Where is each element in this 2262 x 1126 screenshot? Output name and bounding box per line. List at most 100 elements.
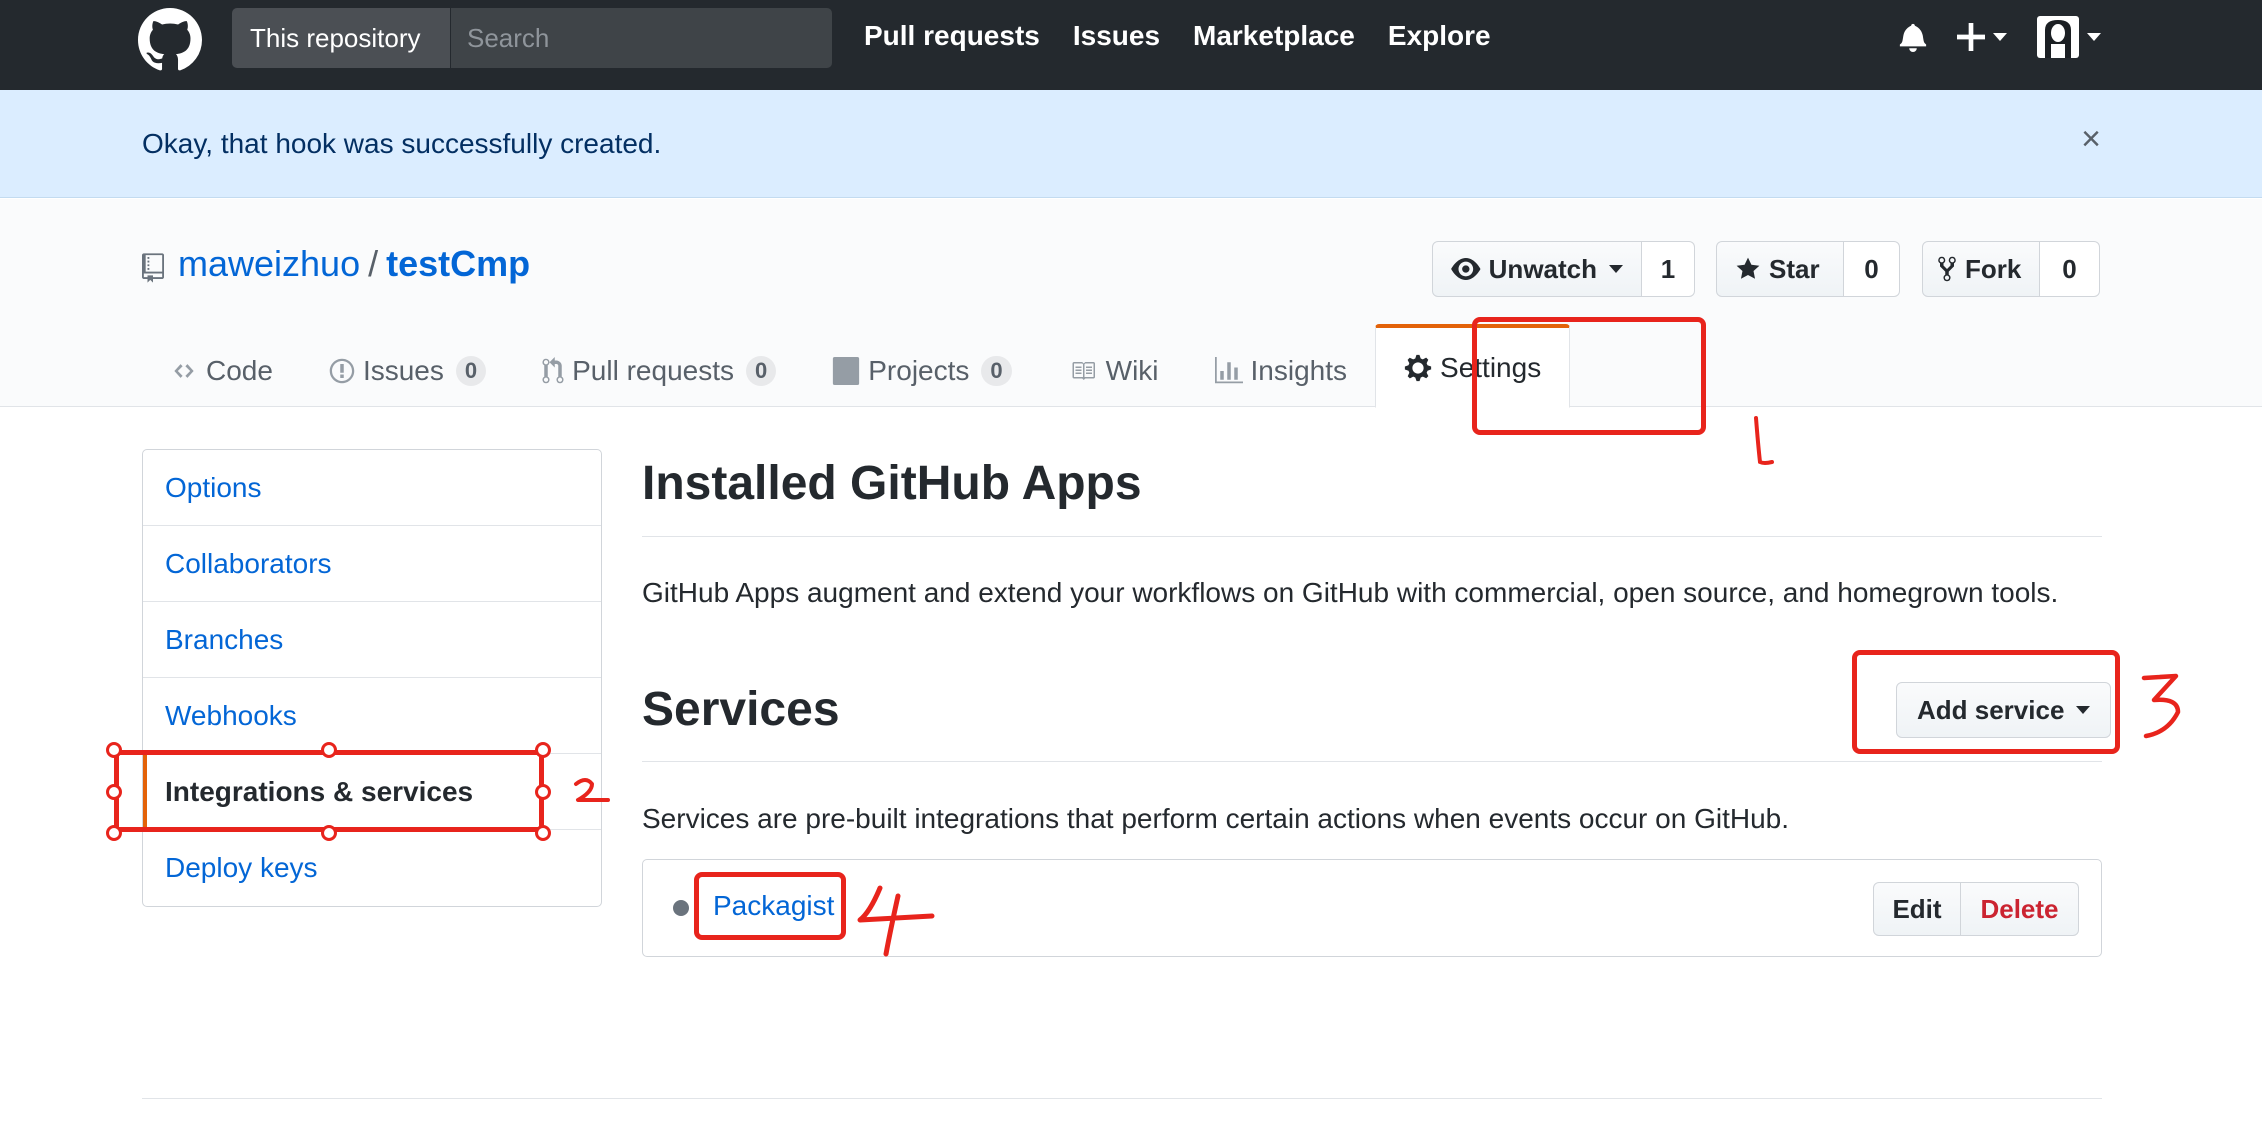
settings-sidebar: Options Collaborators Branches Webhooks …	[142, 449, 602, 907]
tab-code[interactable]: Code	[142, 335, 301, 407]
annotation-handle	[535, 742, 551, 758]
chevron-down-icon	[1993, 33, 2007, 41]
repo-nav: Code Issues 0 Pull requests 0 Projects 0…	[142, 323, 1571, 408]
watchers-count[interactable]: 1	[1642, 241, 1695, 297]
tab-label: Settings	[1440, 351, 1542, 383]
edit-service-button[interactable]: Edit	[1873, 882, 1961, 936]
delete-service-button[interactable]: Delete	[1961, 882, 2079, 936]
code-icon	[170, 360, 198, 382]
fork-icon	[1938, 256, 1956, 282]
service-link-packagist[interactable]: Packagist	[713, 890, 834, 922]
annotation-handle	[321, 742, 337, 758]
avatar	[2037, 16, 2079, 58]
gear-icon	[1404, 353, 1432, 383]
repo-title: maweizhuo / testCmp	[178, 243, 530, 285]
chevron-down-icon	[2076, 706, 2091, 714]
sidebar-item-deploy-keys[interactable]: Deploy keys	[143, 830, 601, 906]
tab-projects[interactable]: Projects 0	[804, 335, 1039, 407]
annotation-handle	[535, 825, 551, 841]
issues-count-badge: 0	[455, 356, 487, 386]
pull-request-icon	[542, 357, 564, 385]
add-service-button[interactable]: Add service	[1896, 682, 2112, 738]
tab-label: Code	[206, 355, 273, 386]
stars-count[interactable]: 0	[1844, 241, 1900, 297]
divider	[642, 536, 2102, 537]
header-actions	[1899, 16, 2101, 58]
notifications-bell-icon[interactable]	[1899, 22, 1927, 52]
search-container: This repository	[232, 8, 832, 68]
global-nav: Pull requests Issues Marketplace Explore	[864, 20, 1491, 52]
repo-path-separator: /	[368, 243, 379, 284]
tab-label: Projects	[868, 355, 970, 386]
nav-explore[interactable]: Explore	[1388, 20, 1491, 52]
search-input[interactable]	[451, 8, 832, 68]
chevron-down-icon	[2087, 33, 2101, 41]
annotation-handle	[106, 784, 122, 800]
star-label: Star	[1769, 253, 1820, 284]
pull-requests-count-badge: 0	[746, 356, 777, 386]
projects-count-badge: 0	[981, 356, 1012, 386]
sidebar-item-options[interactable]: Options	[143, 450, 601, 526]
global-header: This repository Pull requests Issues Mar…	[0, 0, 2262, 90]
installed-apps-heading: Installed GitHub Apps	[642, 457, 1142, 510]
issue-icon	[329, 357, 355, 385]
github-logo-icon[interactable]	[138, 8, 202, 72]
tab-pull-requests[interactable]: Pull requests 0	[514, 335, 804, 407]
services-description: Services are pre-built integrations that…	[642, 803, 1790, 834]
nav-issues[interactable]: Issues	[1073, 20, 1160, 52]
service-list-item: Packagist Edit Delete	[642, 859, 2102, 957]
watch-group: Unwatch 1	[1432, 241, 1695, 297]
annotation-handle	[321, 825, 337, 841]
tab-settings[interactable]: Settings	[1375, 324, 1571, 408]
project-icon	[832, 357, 860, 385]
search-scope-label: This repository	[232, 8, 451, 68]
forks-count[interactable]: 0	[2040, 241, 2100, 297]
sidebar-item-integrations-services[interactable]: Integrations & services	[143, 754, 601, 830]
star-icon	[1736, 257, 1760, 279]
nav-marketplace[interactable]: Marketplace	[1193, 20, 1355, 52]
annotation-mark-3	[2141, 673, 2181, 739]
apps-description: GitHub Apps augment and extend your work…	[642, 577, 2059, 608]
fork-button[interactable]: Fork	[1922, 241, 2040, 297]
close-icon[interactable]: ×	[2076, 122, 2106, 156]
annotation-handle	[535, 784, 551, 800]
star-group: Star 0	[1716, 241, 1900, 297]
tab-wiki[interactable]: Wiki	[1040, 335, 1187, 407]
graph-icon	[1214, 357, 1243, 385]
book-icon	[1068, 359, 1098, 383]
annotation-handle	[106, 825, 122, 841]
flash-message: Okay, that hook was successfully created…	[142, 128, 662, 159]
chevron-down-icon	[1609, 265, 1623, 273]
unwatch-label: Unwatch	[1488, 253, 1597, 284]
eye-icon	[1451, 258, 1481, 280]
tab-label: Pull requests	[572, 355, 734, 386]
repo-header: maweizhuo / testCmp Unwatch 1 Star 0 Fork …	[0, 199, 2262, 408]
repo-name-link[interactable]: testCmp	[386, 243, 530, 284]
star-button[interactable]: Star	[1716, 241, 1844, 297]
annotation-mark-1	[1754, 416, 1774, 465]
repo-owner-link[interactable]: maweizhuo	[178, 243, 360, 284]
flash-notice: Okay, that hook was successfully created…	[0, 90, 2262, 198]
user-avatar-menu[interactable]	[2037, 16, 2101, 58]
tab-issues[interactable]: Issues 0	[301, 335, 514, 407]
service-actions: Edit Delete	[1873, 882, 2079, 936]
create-new-plus-icon[interactable]	[1957, 23, 2007, 51]
annotation-handle	[106, 742, 122, 758]
services-heading: Services	[642, 683, 840, 736]
sidebar-item-branches[interactable]: Branches	[143, 602, 601, 678]
fork-group: Fork 0	[1922, 241, 2100, 297]
fork-label: Fork	[1965, 253, 2022, 284]
divider	[642, 761, 2102, 762]
repo-icon	[142, 253, 164, 283]
sidebar-item-webhooks[interactable]: Webhooks	[143, 678, 601, 754]
tab-label: Insights	[1250, 355, 1348, 386]
tab-label: Wiki	[1105, 355, 1159, 386]
sidebar-item-collaborators[interactable]: Collaborators	[143, 526, 601, 602]
add-service-label: Add service	[1917, 694, 2065, 725]
tab-insights[interactable]: Insights	[1187, 335, 1376, 407]
footer-divider	[142, 1098, 2102, 1099]
tab-label: Issues	[362, 355, 444, 386]
unwatch-button[interactable]: Unwatch	[1432, 241, 1642, 297]
service-status-dot-icon	[673, 900, 689, 916]
nav-pull-requests[interactable]: Pull requests	[864, 20, 1040, 52]
